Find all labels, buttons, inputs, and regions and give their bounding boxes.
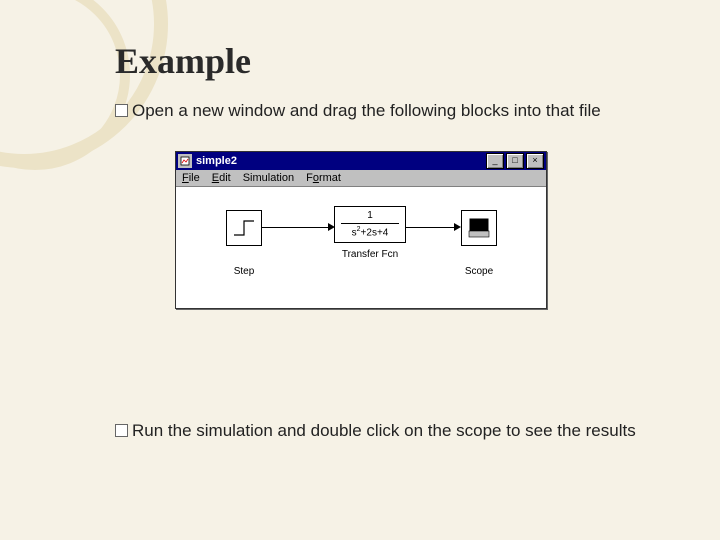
bullet-2: Run the simulation and double click on t… (115, 420, 700, 443)
step-icon (226, 210, 262, 246)
transfer-fcn-box: 1 s2+2s+4 (334, 206, 406, 243)
close-button[interactable]: × (526, 153, 544, 169)
block-scope[interactable]: Scope (461, 210, 497, 277)
block-scope-label: Scope (461, 266, 497, 277)
arrowhead-icon (454, 223, 461, 231)
maximize-button[interactable]: □ (506, 153, 524, 169)
window-title: simple2 (196, 155, 486, 167)
tf-fraction-line (341, 223, 399, 224)
tf-denominator: s2+2s+4 (337, 226, 403, 238)
bullet-2-rest: the simulation and double click on the s… (163, 421, 636, 440)
menu-format[interactable]: Format (306, 172, 341, 184)
menubar: File Edit Simulation Format (176, 170, 546, 187)
bullet-1-lead: Open (132, 101, 174, 120)
scope-icon (461, 210, 497, 246)
bullet-marker-icon (115, 104, 128, 117)
slide-title: Example (115, 40, 700, 82)
block-tf-label: Transfer Fcn (334, 249, 406, 260)
minimize-button[interactable]: _ (486, 153, 504, 169)
slide-content: Example Open a new window and drag the f… (115, 40, 700, 339)
wire-step-to-tf (262, 227, 330, 228)
titlebar[interactable]: simple2 _ □ × (176, 152, 546, 170)
window-controls: _ □ × (486, 153, 544, 169)
menu-simulation[interactable]: Simulation (243, 172, 294, 184)
block-step-label: Step (226, 266, 262, 277)
bullet-1: Open a new window and drag the following… (115, 100, 700, 123)
block-transfer-fcn[interactable]: 1 s2+2s+4 Transfer Fcn (334, 206, 406, 260)
bullet-1-rest: a new window and drag the following bloc… (174, 101, 601, 120)
background-ring-small (0, 0, 130, 170)
bullet-2-lead: Run (132, 421, 163, 440)
menu-file[interactable]: File (182, 172, 200, 184)
menu-edit[interactable]: Edit (212, 172, 231, 184)
bullet-marker-icon (115, 424, 128, 437)
simulink-window: simple2 _ □ × File Edit Simulation Forma… (175, 151, 547, 309)
app-icon (178, 154, 192, 168)
model-canvas[interactable]: Step 1 s2+2s+4 Transfer Fcn (176, 187, 546, 308)
wire-tf-to-scope (406, 227, 456, 228)
tf-numerator: 1 (337, 210, 403, 221)
block-step[interactable]: Step (226, 210, 262, 277)
